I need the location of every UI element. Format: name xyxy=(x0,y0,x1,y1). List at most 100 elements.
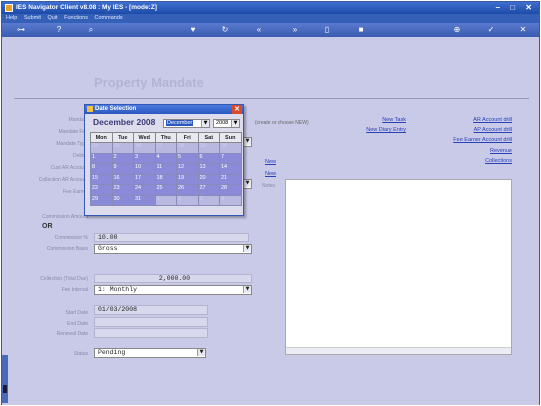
help-icon[interactable]: ? xyxy=(54,25,64,35)
revenue-link[interactable]: Revenue xyxy=(442,148,512,154)
horizontal-scrollbar[interactable] xyxy=(286,347,511,354)
chevron-down-icon[interactable]: ▼ xyxy=(243,245,251,252)
dialog-title: Date Selection xyxy=(95,106,137,112)
calendar-day-cell[interactable]: 24 xyxy=(133,184,156,196)
notes-textarea[interactable] xyxy=(285,179,512,355)
calendar-day-cell[interactable]: 27 xyxy=(197,184,220,196)
start-date-field[interactable]: 01/03/2008 xyxy=(94,305,208,315)
year-select[interactable]: 2008 ▼ xyxy=(213,119,240,128)
menu-commands[interactable]: Commands xyxy=(95,15,123,21)
close-icon[interactable]: ✕ xyxy=(518,25,528,35)
calendar-day-cell[interactable]: 10 xyxy=(133,163,156,175)
collections-link[interactable]: Collections xyxy=(442,158,512,164)
calendar-day-cell[interactable]: 26 xyxy=(176,184,199,196)
menu-bar: Help Submit Quit Functions Commands xyxy=(2,14,539,23)
end-date-field[interactable] xyxy=(94,317,208,327)
calendar-day-cell[interactable]: 17 xyxy=(133,173,156,185)
document-icon[interactable]: ▯ xyxy=(322,25,332,35)
calendar-day-cell[interactable]: 27 xyxy=(154,142,177,154)
menu-quit[interactable]: Quit xyxy=(48,15,58,21)
stop-icon[interactable]: ■ xyxy=(356,25,366,35)
new-link-collection-ar[interactable]: New xyxy=(265,171,276,177)
app-icon xyxy=(5,4,13,12)
calendar-day-cell[interactable]: 6 xyxy=(197,152,220,164)
fee-interval-select[interactable]: 1: Monthly ▼ xyxy=(94,285,252,295)
calendar-day-cell[interactable]: 22 xyxy=(90,184,113,196)
label-fee-interval: Fee Interval xyxy=(61,287,88,293)
label-debtor: Debtor xyxy=(72,153,88,159)
chevron-down-icon[interactable]: ▼ xyxy=(243,180,251,187)
dialog-close-button[interactable]: ✕ xyxy=(232,105,242,114)
calendar-day-cell[interactable]: 3 xyxy=(133,152,156,164)
commission-pct-field[interactable]: 10.00 xyxy=(94,233,249,242)
chevron-down-icon[interactable]: ▼ xyxy=(243,138,251,145)
calendar-day-cell[interactable]: 30 xyxy=(219,142,242,154)
window-controls[interactable]: – □ ✕ xyxy=(496,3,536,13)
check-icon[interactable]: ✓ xyxy=(486,25,496,35)
calendar-day-cell[interactable]: 12 xyxy=(176,163,199,175)
ar-account-drill-link[interactable]: AR Account drill xyxy=(442,117,512,123)
label-mandate-fee: Mandate Fee xyxy=(58,129,88,135)
calendar-day-cell[interactable]: 2 xyxy=(111,152,134,164)
calendar-day-cell[interactable]: 13 xyxy=(197,163,220,175)
calendar-day-cell[interactable]: 15 xyxy=(90,173,113,185)
calendar-day-cell[interactable]: 5 xyxy=(176,152,199,164)
month-select[interactable]: December ▼ xyxy=(163,119,210,128)
calendar-day-cell[interactable]: 25 xyxy=(111,142,134,154)
menu-functions[interactable]: Functions xyxy=(64,15,88,21)
calendar-day-cell[interactable]: 3 xyxy=(197,194,220,206)
calendar-day-cell[interactable]: 7 xyxy=(219,152,242,164)
forward-icon[interactable]: » xyxy=(290,25,300,35)
calendar-day-cell[interactable]: 4 xyxy=(154,152,177,164)
calendar-day-cell[interactable]: 20 xyxy=(197,173,220,185)
ap-account-drill-link[interactable]: AP Account drill xyxy=(442,127,512,133)
commission-basis-select[interactable]: Gross ▼ xyxy=(94,244,252,254)
new-task-link[interactable]: New Task xyxy=(352,117,406,123)
calendar-day-cell[interactable]: 1 xyxy=(154,194,177,206)
chevron-down-icon[interactable]: ▼ xyxy=(201,120,209,127)
chevron-down-icon[interactable]: ▼ xyxy=(197,349,205,356)
calendar-day-cell[interactable]: 26 xyxy=(133,142,156,154)
calendar-day-cell[interactable]: 14 xyxy=(219,163,242,175)
status-select[interactable]: Pending ▼ xyxy=(94,348,206,358)
calendar-day-cell[interactable]: 11 xyxy=(154,163,177,175)
fee-earner-account-drill-link[interactable]: Fee Earner Account drill xyxy=(422,137,512,143)
calendar-day-cell[interactable]: 2 xyxy=(176,194,199,206)
side-panel-toggle[interactable] xyxy=(2,355,8,403)
calendar-day-cell[interactable]: 28 xyxy=(219,184,242,196)
calendar-day-cell[interactable]: 28 xyxy=(176,142,199,154)
new-diary-entry-link[interactable]: New Diary Entry xyxy=(342,127,406,133)
dialog-title-bar: Date Selection ✕ xyxy=(85,105,243,114)
key-icon[interactable]: ⊶ xyxy=(12,25,30,35)
calendar-day-cell[interactable]: 29 xyxy=(197,142,220,154)
calendar-day-cell[interactable]: 4 xyxy=(219,194,242,206)
calendar-day-cell[interactable]: 23 xyxy=(111,184,134,196)
calendar-day-cell[interactable]: 16 xyxy=(111,173,134,185)
calendar-day-cell[interactable]: 8 xyxy=(90,163,113,175)
calendar-day-cell[interactable]: 24 xyxy=(90,142,113,154)
calendar-day-cell[interactable]: 21 xyxy=(219,173,242,185)
chevron-down-icon[interactable]: ▼ xyxy=(231,120,239,127)
calendar-day-cell[interactable]: 31 xyxy=(133,194,156,206)
calendar-day-cell[interactable]: 19 xyxy=(176,173,199,185)
menu-help[interactable]: Help xyxy=(6,15,17,21)
calendar-day-cell[interactable]: 9 xyxy=(111,163,134,175)
refresh-icon[interactable]: ↻ xyxy=(220,25,230,35)
new-link-cust-ar[interactable]: New xyxy=(265,159,276,165)
calendar-day-cell[interactable]: 18 xyxy=(154,173,177,185)
calendar-day-cell[interactable]: 29 xyxy=(90,194,113,206)
renewal-date-field[interactable] xyxy=(94,328,208,338)
calendar-day-cell[interactable]: 25 xyxy=(154,184,177,196)
calendar-week-row: 15 16 17 18 19 20 21 xyxy=(90,173,242,185)
search-icon[interactable]: ⌕ xyxy=(86,25,96,35)
weekday-header: Sun xyxy=(219,132,242,143)
label-mandate-type: Mandate Type xyxy=(56,141,88,147)
calendar-day-cell[interactable]: 1 xyxy=(90,152,113,164)
calendar-day-cell[interactable]: 30 xyxy=(111,194,134,206)
heart-icon[interactable]: ♥ xyxy=(188,25,198,35)
collection-total-field[interactable]: 2,000.00 xyxy=(94,274,252,283)
menu-submit[interactable]: Submit xyxy=(24,15,41,21)
chevron-down-icon[interactable]: ▼ xyxy=(243,286,251,293)
lock-icon[interactable]: ⊕ xyxy=(452,25,462,35)
back-icon[interactable]: « xyxy=(254,25,264,35)
